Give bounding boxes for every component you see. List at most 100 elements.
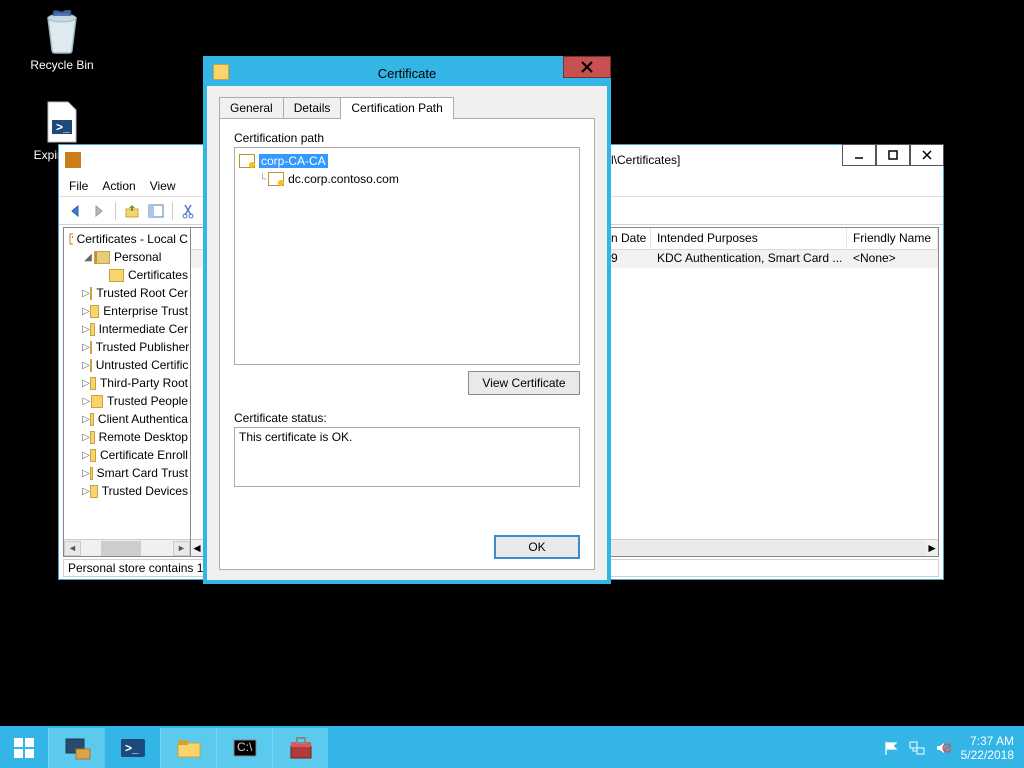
tree-certificates-node[interactable]: Certificates [98,266,188,284]
chevron-right-icon[interactable]: ▷ [82,414,90,425]
chevron-right-icon[interactable]: ▷ [82,342,90,353]
scroll-thumb[interactable] [101,541,141,556]
cert-status-label: Certificate status: [234,411,327,425]
cert-path-label: Certification path [234,131,580,145]
tree-root-certificates[interactable]: Certificates - Local C [66,230,188,248]
tree-item-label: Certificate Enroll [100,448,188,462]
col-friendly[interactable]: Friendly Name [847,228,938,249]
taskbar-mmc[interactable] [272,728,328,768]
mmc-close-button[interactable] [910,144,944,166]
tree-horizontal-scrollbar[interactable]: ◄ ► [64,539,190,556]
cell-friendly: <None> [847,250,938,268]
menu-file[interactable]: File [69,179,88,193]
cert-path-root-node[interactable]: corp-CA-CA [239,152,575,170]
tree-item[interactable]: ▷ Remote Desktop [82,428,188,446]
menu-action[interactable]: Action [102,179,135,193]
ok-button[interactable]: OK [494,535,580,559]
menu-view[interactable]: View [150,179,176,193]
powershell-file-icon: >_ [38,98,86,146]
taskbar-powershell[interactable]: >_ [104,728,160,768]
tree-item[interactable]: ▷Third-Party Root [82,374,188,392]
chevron-right-icon[interactable]: ▷ [82,468,90,479]
scroll-right-icon[interactable]: ► [926,541,938,555]
volume-muted-icon[interactable] [935,740,951,756]
certificate-icon [213,64,229,80]
nav-back-icon[interactable] [65,201,85,221]
nav-forward-icon[interactable] [89,201,109,221]
show-hide-tree-icon[interactable] [146,201,166,221]
chevron-right-icon[interactable]: ▷ [82,324,90,335]
tree-item-label: Untrusted Certific [96,358,189,372]
powershell-icon: >_ [119,737,147,759]
chevron-down-icon[interactable]: ◢ [82,252,94,263]
chevron-right-icon[interactable]: ▷ [82,306,90,317]
cert-dialog-titlebar[interactable]: Certificate [207,60,607,86]
tree-item[interactable]: ▷ Client Authentica [82,410,188,428]
col-date[interactable]: n Date [605,228,651,249]
cert-path-child-node[interactable]: └ dc.corp.contoso.com [259,170,575,188]
taskbar-cmd[interactable]: C:\ [216,728,272,768]
chevron-right-icon[interactable]: ▷ [82,432,90,443]
tree-item[interactable]: ▷Smart Card Trust [82,464,188,482]
cert-path-tree[interactable]: corp-CA-CA └ dc.corp.contoso.com [234,147,580,365]
folder-icon [90,377,96,390]
tab-certification-path[interactable]: Certification Path [340,97,453,119]
cert-close-button[interactable] [563,56,611,78]
tree-item[interactable]: ▷Trusted Devices [82,482,188,500]
mmc-app-icon [65,152,81,168]
chevron-right-icon[interactable]: ▷ [82,486,90,497]
chevron-right-icon[interactable]: ▷ [82,360,90,371]
taskbar-clock[interactable]: 7:37 AM 5/22/2018 [961,734,1014,762]
mmc-minimize-button[interactable] [842,144,876,166]
tree-item[interactable]: ▷Trusted Publisher [82,338,188,356]
tree-personal[interactable]: ◢ Personal [82,248,188,266]
flag-icon[interactable] [883,740,899,756]
file-explorer-icon [175,737,203,759]
tree-item[interactable]: ▷ Certificate Enroll [82,446,188,464]
folder-open-icon [94,251,110,264]
mmc-maximize-button[interactable] [876,144,910,166]
system-tray: 7:37 AM 5/22/2018 [873,728,1024,768]
recycle-bin-icon[interactable]: Recycle Bin [24,8,100,72]
start-button[interactable] [0,728,48,768]
taskbar-server-manager[interactable] [48,728,104,768]
chevron-right-icon[interactable]: ▷ [82,396,91,407]
tree-item[interactable]: ▷ Untrusted Certific [82,356,188,374]
tree-item-label: Client Authentica [98,412,188,426]
tree-item[interactable]: ▷Trusted People [82,392,188,410]
cert-tabs: General Details Certification Path [219,97,595,119]
taskbar-file-explorer[interactable] [160,728,216,768]
recycle-bin-label: Recycle Bin [24,58,100,72]
folder-icon [90,287,93,300]
chevron-right-icon[interactable]: ▷ [82,378,90,389]
col-purposes[interactable]: Intended Purposes [651,228,847,249]
tab-general[interactable]: General [219,97,284,119]
up-level-icon[interactable] [122,201,142,221]
scroll-right-icon[interactable]: ► [173,541,190,556]
tree-personal-label: Personal [114,250,161,264]
cert-path-panel: Certification path corp-CA-CA └ dc.corp.… [219,118,595,570]
tab-details[interactable]: Details [283,97,342,119]
folder-icon [90,359,92,372]
cert-dialog-title: Certificate [378,66,437,81]
folder-icon [90,449,96,462]
tree-item[interactable]: ▷Intermediate Cer [82,320,188,338]
trash-icon [38,8,86,56]
network-icon[interactable] [909,740,925,756]
cert-status-box: This certificate is OK. [234,427,580,487]
tree-item-label: Enterprise Trust [103,304,188,318]
server-manager-icon [62,735,92,761]
chevron-right-icon[interactable]: ▷ [82,288,90,299]
tree-item[interactable]: ▷Trusted Root Cer [82,284,188,302]
cut-icon[interactable] [179,201,199,221]
windows-logo-icon [12,736,36,760]
chevron-right-icon[interactable]: ▷ [82,450,90,461]
tree-item-label: Remote Desktop [99,430,188,444]
folder-icon [90,305,100,318]
view-certificate-button[interactable]: View Certificate [468,371,580,395]
tree-pane[interactable]: Certificates - Local C ◢ Personal Certif… [63,227,191,557]
folder-icon [109,269,124,282]
scroll-left-icon[interactable]: ◄ [191,541,203,555]
tree-item[interactable]: ▷ Enterprise Trust [82,302,188,320]
scroll-left-icon[interactable]: ◄ [64,541,81,556]
